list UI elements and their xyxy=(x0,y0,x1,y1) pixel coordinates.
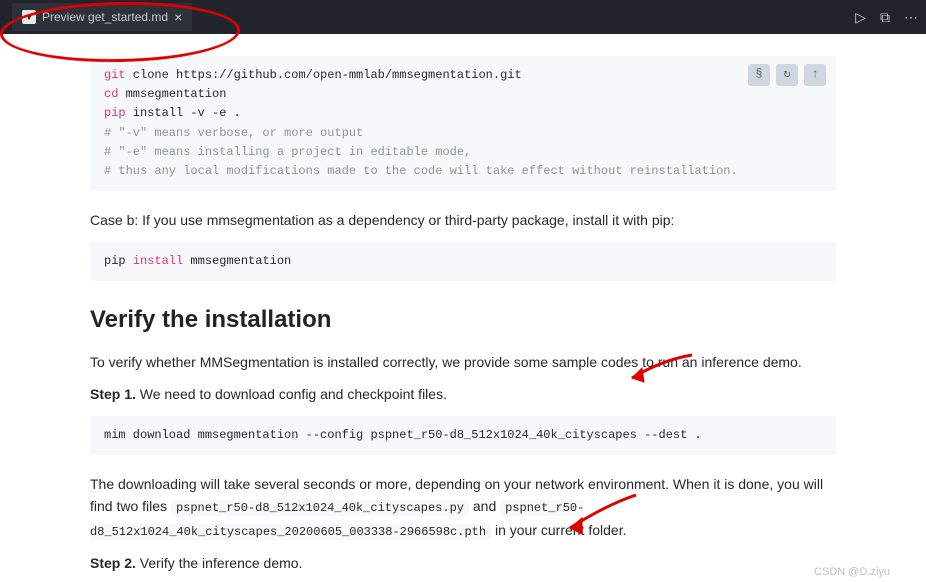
scroll-up-button[interactable]: ↑ xyxy=(804,64,826,86)
editor-tab[interactable]: ▾ Preview get_started.md × xyxy=(12,3,192,31)
case-b-text: Case b: If you use mmsegmentation as a d… xyxy=(90,209,836,231)
code-block-install-source: § ↻ ↑ git clone https://github.com/open-… xyxy=(90,56,836,191)
verify-intro: To verify whether MMSegmentation is inst… xyxy=(90,351,836,373)
heading-verify: Verify the installation xyxy=(90,301,836,339)
tab-title: Preview get_started.md xyxy=(42,10,168,24)
tab-bar: ▾ Preview get_started.md × ▷ ⧉ ⋯ xyxy=(0,0,926,34)
watermark: CSDN @D.ziyu xyxy=(814,566,890,578)
code-block-mim-download: mim download mmsegmentation --config psp… xyxy=(90,416,836,455)
code-block-pip-install: pip install mmsegmentation xyxy=(90,242,836,281)
section-button[interactable]: § xyxy=(748,64,770,86)
document-content: § ↻ ↑ git clone https://github.com/open-… xyxy=(0,34,926,582)
code-toolbar: § ↻ ↑ xyxy=(748,64,826,86)
download-result: The downloading will take several second… xyxy=(90,473,836,542)
step-1: Step 1. We need to download config and c… xyxy=(90,383,836,405)
markdown-icon: ▾ xyxy=(22,10,36,24)
run-icon[interactable]: ▷ xyxy=(855,9,866,26)
close-icon[interactable]: × xyxy=(174,10,182,24)
reload-button[interactable]: ↻ xyxy=(776,64,798,86)
file-config: pspnet_r50-d8_512x1024_40k_cityscapes.py xyxy=(171,500,469,516)
tab-actions: ▷ ⧉ ⋯ xyxy=(855,9,918,26)
more-icon[interactable]: ⋯ xyxy=(904,9,918,26)
step-2: Step 2. Verify the inference demo. xyxy=(90,552,836,574)
split-icon[interactable]: ⧉ xyxy=(880,9,890,26)
